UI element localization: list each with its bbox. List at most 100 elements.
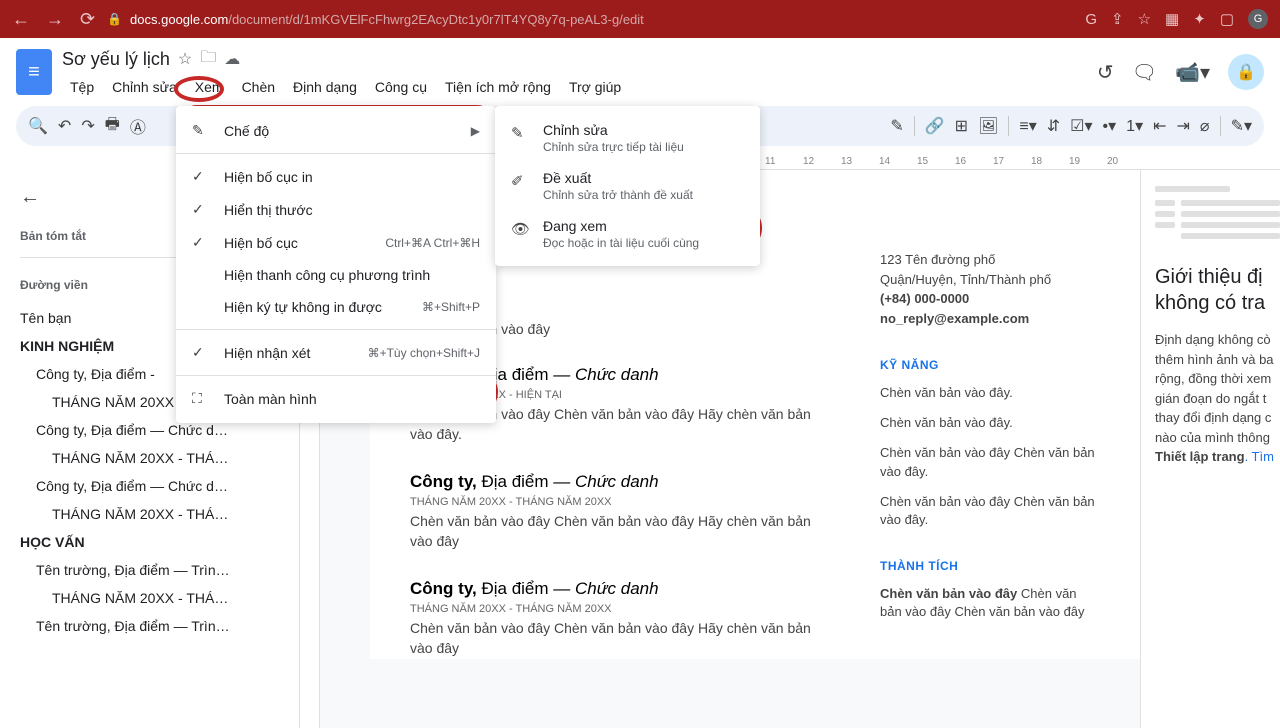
ruler-tick: 18 bbox=[1031, 156, 1042, 167]
outline-item[interactable]: Công ty, Địa điểm — Chức d… bbox=[20, 472, 279, 500]
print-icon[interactable]: 🖶 bbox=[105, 113, 120, 140]
dropdown-label: Hiện ký tự không in được bbox=[224, 299, 410, 315]
ruler-tick: 16 bbox=[955, 156, 966, 167]
panel-text: Định dạng không còthêm hình ảnh và barộn… bbox=[1155, 330, 1280, 467]
template-preview bbox=[1155, 186, 1280, 244]
ruler-tick: 11 bbox=[765, 156, 775, 167]
view-dropdown: ✎ Chế độ ▶ ✓ Hiện bố cục in ✓ Hiển thị t… bbox=[176, 106, 496, 423]
back-arrow-icon[interactable]: ← bbox=[20, 186, 40, 208]
shortcut: Ctrl+⌘A Ctrl+⌘H bbox=[385, 236, 480, 250]
suggest-icon: ✐ bbox=[511, 172, 531, 190]
outline-item[interactable]: THÁNG NĂM 20XX - THÁ… bbox=[20, 584, 279, 612]
url-path: /document/d/1mKGVElFcFhwrg2EAcyDtc1y0r7l… bbox=[228, 12, 643, 27]
editing-mode-icon[interactable]: ✎▾ bbox=[1231, 116, 1252, 136]
comments-icon[interactable]: 🗨 bbox=[1132, 60, 1157, 85]
google-icon[interactable]: G bbox=[1085, 11, 1097, 28]
line-spacing-icon[interactable]: ⇵ bbox=[1047, 116, 1060, 136]
outline-item[interactable]: THÁNG NĂM 20XX - THÁ… bbox=[20, 444, 279, 472]
share-icon[interactable]: ⇪ bbox=[1111, 10, 1124, 28]
menu-file[interactable]: Tệp bbox=[62, 75, 102, 99]
profile-badge[interactable]: G bbox=[1248, 9, 1268, 29]
link-icon[interactable]: 🔗 bbox=[925, 116, 945, 136]
shortcut: ⌘+Tùy chọn+Shift+J bbox=[368, 346, 480, 360]
job-date: THÁNG NĂM 20XX - THÁNG NĂM 20XX bbox=[410, 603, 820, 615]
clear-format-icon[interactable]: ⌀ bbox=[1200, 116, 1210, 136]
ruler-tick: 12 bbox=[803, 156, 814, 167]
dropdown-non-printing[interactable]: Hiện ký tự không in được ⌘+Shift+P bbox=[176, 291, 496, 323]
star-icon[interactable]: ☆ bbox=[178, 49, 192, 69]
menu-format[interactable]: Định dạng bbox=[285, 75, 365, 99]
dropdown-show-ruler[interactable]: ✓ Hiển thị thước bbox=[176, 193, 496, 226]
document-title[interactable]: Sơ yếu lý lịch bbox=[62, 49, 170, 70]
skill-text: Chèn văn bản vào đây Chèn văn bản vào đâ… bbox=[880, 493, 1100, 529]
menu-view[interactable]: Xem bbox=[187, 75, 232, 99]
lock-icon: 🔒 bbox=[107, 12, 122, 26]
menu-tools[interactable]: Công cụ bbox=[367, 75, 435, 99]
dropdown-print-layout[interactable]: ✓ Hiện bố cục in bbox=[176, 160, 496, 193]
puzzle-icon[interactable]: ✦ bbox=[1193, 10, 1206, 28]
submenu-desc: Chỉnh sửa trở thành đề xuất bbox=[543, 188, 744, 202]
menu-extensions[interactable]: Tiện ích mở rộng bbox=[437, 75, 559, 99]
ruler-tick: 15 bbox=[917, 156, 928, 167]
docs-logo-icon[interactable]: ≡ bbox=[16, 49, 52, 95]
menu-help[interactable]: Trợ giúp bbox=[561, 75, 629, 99]
pencil-icon: ✎ bbox=[511, 124, 531, 142]
bullet-list-icon[interactable]: •▾ bbox=[1103, 116, 1117, 136]
outline-item[interactable]: HỌC VẤN bbox=[20, 528, 279, 556]
menu-insert[interactable]: Chèn bbox=[234, 75, 283, 99]
spellcheck-icon[interactable]: Ⓐ bbox=[130, 114, 146, 138]
dropdown-label: Hiện bố cục bbox=[224, 235, 373, 251]
ruler-tick: 13 bbox=[841, 156, 852, 167]
skill-text: Chèn văn bản vào đây Chèn văn bản vào đâ… bbox=[880, 444, 1100, 480]
contact-info: 123 Tên đường phố Quận/Huyện, Tỉnh/Thành… bbox=[880, 250, 1100, 328]
highlight-icon[interactable]: ✎ bbox=[890, 116, 903, 136]
ruler-tick: 19 bbox=[1069, 156, 1080, 167]
reload-button[interactable]: ⟳ bbox=[80, 9, 95, 30]
submenu-title: Đề xuất bbox=[543, 170, 744, 186]
outline-item[interactable]: Tên trường, Địa điểm — Trìn… bbox=[20, 612, 279, 640]
undo-icon[interactable]: ↶ bbox=[58, 116, 71, 136]
dropdown-show-outline[interactable]: ✓ Hiện bố cục Ctrl+⌘A Ctrl+⌘H bbox=[176, 226, 496, 259]
back-button[interactable]: ← bbox=[12, 9, 30, 30]
search-icon[interactable]: 🔍 bbox=[28, 116, 48, 136]
url-bar[interactable]: 🔒 docs.google.com/document/d/1mKGVElFcFh… bbox=[107, 12, 1073, 27]
ruler-tick: 20 bbox=[1107, 156, 1118, 167]
move-icon[interactable]: 🗀 bbox=[200, 46, 216, 73]
history-icon[interactable]: ↺ bbox=[1097, 60, 1114, 85]
menu-edit[interactable]: Chỉnh sửa bbox=[104, 75, 185, 99]
shortcut: ⌘+Shift+P bbox=[422, 300, 480, 314]
indent-increase-icon[interactable]: ⇥ bbox=[1177, 116, 1190, 136]
forward-button[interactable]: → bbox=[46, 9, 64, 30]
dropdown-show-comments[interactable]: ✓ Hiện nhận xét ⌘+Tùy chọn+Shift+J bbox=[176, 336, 496, 369]
comment-icon[interactable]: ⊞ bbox=[955, 116, 968, 136]
check-icon: ✓ bbox=[192, 234, 212, 251]
job-desc: Chèn văn bản vào đây Chèn văn bản vào đâ… bbox=[410, 619, 820, 658]
learn-more-link[interactable]: . Tìm bbox=[1245, 449, 1274, 464]
cloud-icon[interactable]: ☁ bbox=[224, 49, 240, 69]
dropdown-mode[interactable]: ✎ Chế độ ▶ bbox=[176, 114, 496, 147]
meet-icon[interactable]: 📹▾ bbox=[1175, 60, 1210, 85]
grid-icon[interactable]: ▦ bbox=[1165, 10, 1179, 28]
share-button[interactable]: 🔒 bbox=[1228, 54, 1264, 90]
indent-decrease-icon[interactable]: ⇤ bbox=[1153, 116, 1166, 136]
star-icon[interactable]: ☆ bbox=[1138, 10, 1151, 28]
submenu-viewing[interactable]: 👁 Đang xemĐọc hoặc in tài liệu cuối cùng bbox=[495, 210, 760, 258]
image-icon[interactable]: 🖼 bbox=[978, 116, 998, 136]
url-domain: docs.google.com bbox=[130, 12, 228, 27]
outline-item[interactable]: Tên trường, Địa điểm — Trìn… bbox=[20, 556, 279, 584]
dropdown-fullscreen[interactable]: ⛶ Toàn màn hình bbox=[176, 382, 496, 415]
number-list-icon[interactable]: 1▾ bbox=[1126, 116, 1143, 136]
redo-icon[interactable]: ↷ bbox=[81, 116, 94, 136]
dropdown-label: Hiện nhận xét bbox=[224, 345, 356, 361]
menu-bar: Tệp Chỉnh sửa Xem Chèn Định dạng Công cụ… bbox=[62, 75, 1087, 99]
dropdown-equation-toolbar[interactable]: Hiện thanh công cụ phương trình bbox=[176, 259, 496, 291]
window-icon[interactable]: ▢ bbox=[1220, 10, 1234, 28]
submenu-editing[interactable]: ✎ Chỉnh sửaChỉnh sửa trực tiếp tài liệu bbox=[495, 114, 760, 162]
outline-item[interactable]: THÁNG NĂM 20XX - THÁ… bbox=[20, 500, 279, 528]
checklist-icon[interactable]: ☑▾ bbox=[1070, 116, 1092, 136]
submenu-suggesting[interactable]: ✐ Đề xuất Chỉnh sửa trở thành đề xuất bbox=[495, 162, 760, 210]
submenu-desc: Chỉnh sửa trực tiếp tài liệu bbox=[543, 140, 744, 154]
job-title: Công ty, Địa điểm — Chức danh bbox=[410, 579, 820, 599]
app-header: ≡ Sơ yếu lý lịch ☆ 🗀 ☁ Tệp Chỉnh sửa Xem… bbox=[0, 38, 1280, 106]
align-icon[interactable]: ≡▾ bbox=[1019, 116, 1036, 136]
